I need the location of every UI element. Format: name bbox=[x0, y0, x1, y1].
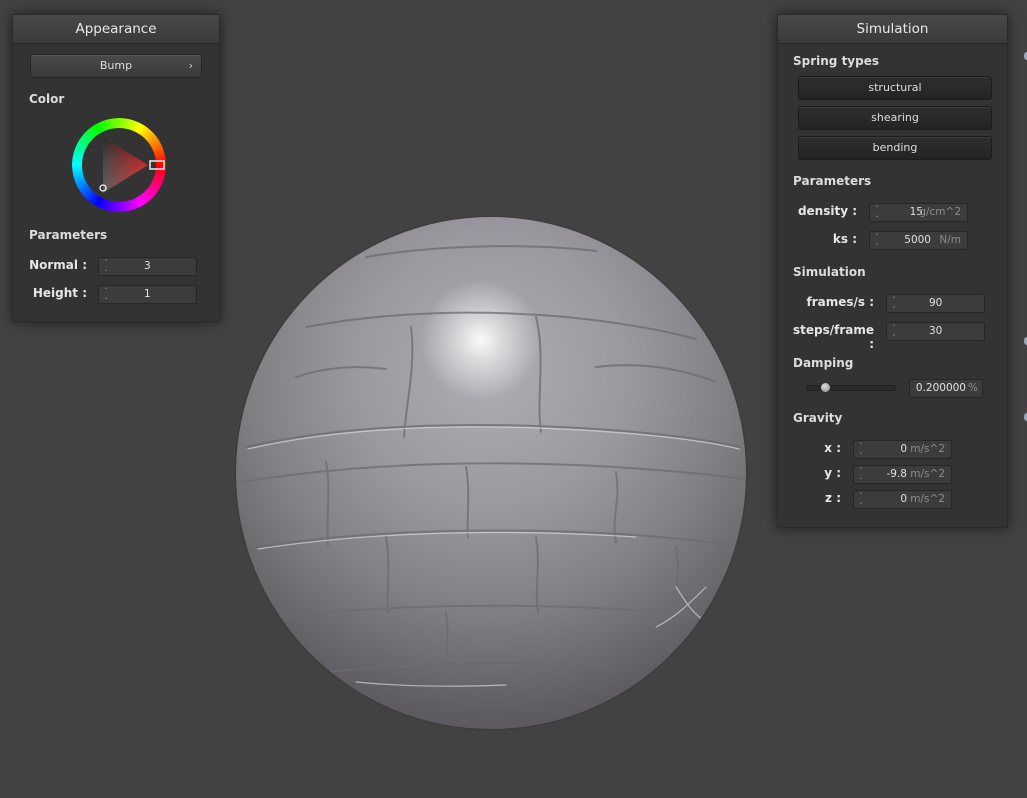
density-unit: g/cm^2 bbox=[919, 206, 961, 218]
appearance-panel: Appearance Bump › Color Parameters Norma… bbox=[12, 14, 220, 322]
frames-per-second-input[interactable]: ⌃ ⌄ 90 bbox=[886, 294, 985, 313]
stepper-arrows-icon[interactable]: ⌃ ⌄ bbox=[873, 205, 881, 220]
steps-per-frame-label: steps/frame : bbox=[792, 323, 874, 351]
damping-label: Damping bbox=[793, 356, 854, 370]
stepper-arrows-icon[interactable]: ⌃ ⌄ bbox=[857, 442, 865, 457]
gravity-y-label: y : bbox=[824, 466, 841, 480]
height-label: Height : bbox=[32, 286, 87, 300]
gravity-label: Gravity bbox=[793, 411, 843, 425]
gravity-z-value: 0 bbox=[900, 493, 907, 505]
bending-spring-button[interactable]: bending bbox=[798, 136, 992, 160]
gravity-y-input[interactable]: ⌃ ⌄ -9.8 m/s^2 bbox=[853, 465, 952, 484]
simulation-title: Simulation bbox=[778, 15, 1007, 44]
damping-slider-knob[interactable] bbox=[820, 382, 831, 393]
ks-unit: N/m bbox=[939, 234, 961, 246]
brick-crack-texture bbox=[240, 245, 745, 687]
color-wheel-icon bbox=[72, 118, 166, 212]
simulation-parameters-label: Parameters bbox=[793, 174, 872, 188]
stepper-arrows-icon[interactable]: ⌃ ⌄ bbox=[102, 259, 110, 274]
gravity-z-unit: m/s^2 bbox=[910, 493, 945, 505]
simulation-section-label: Simulation bbox=[793, 265, 866, 279]
ks-value: 5000 bbox=[904, 234, 931, 246]
stepper-arrows-icon[interactable]: ⌃ ⌄ bbox=[873, 233, 881, 248]
color-section-label: Color bbox=[29, 92, 65, 106]
appearance-parameters-label: Parameters bbox=[29, 228, 108, 242]
gravity-x-unit: m/s^2 bbox=[910, 443, 945, 455]
ks-input[interactable]: ⌃ ⌄ 5000 N/m bbox=[869, 231, 968, 250]
shearing-spring-button[interactable]: shearing bbox=[798, 106, 992, 130]
normal-label: Normal : bbox=[29, 258, 87, 272]
stepper-arrows-icon[interactable]: ⌃ ⌄ bbox=[857, 492, 865, 507]
gravity-z-label: z : bbox=[825, 491, 841, 505]
normal-input[interactable]: ⌃ ⌄ 3 bbox=[98, 257, 197, 276]
damping-value: 0.200000 bbox=[915, 382, 966, 394]
damping-slider[interactable] bbox=[806, 381, 896, 393]
normal-value: 3 bbox=[144, 260, 151, 272]
steps-per-frame-input[interactable]: ⌃ ⌄ 30 bbox=[886, 322, 985, 341]
density-input[interactable]: ⌃ ⌄ 15 g/cm^2 bbox=[869, 203, 968, 222]
gravity-x-label: x : bbox=[824, 441, 841, 455]
height-input[interactable]: ⌃ ⌄ 1 bbox=[98, 285, 197, 304]
stepper-arrows-icon[interactable]: ⌃ ⌄ bbox=[857, 467, 865, 482]
steps-per-frame-value: 30 bbox=[929, 325, 943, 337]
frames-per-second-label: frames/s : bbox=[806, 295, 874, 309]
shader-select-button[interactable]: Bump › bbox=[30, 54, 202, 78]
height-value: 1 bbox=[144, 288, 151, 300]
gravity-y-value: -9.8 bbox=[886, 468, 908, 480]
gravity-x-input[interactable]: ⌃ ⌄ 0 m/s^2 bbox=[853, 440, 952, 459]
ks-label: ks : bbox=[832, 232, 857, 246]
chevron-right-icon: › bbox=[188, 59, 193, 72]
appearance-title: Appearance bbox=[13, 15, 219, 44]
simulation-panel: Simulation Spring types structural shear… bbox=[777, 14, 1008, 528]
gravity-y-unit: m/s^2 bbox=[910, 468, 945, 480]
structural-spring-button[interactable]: structural bbox=[798, 76, 992, 100]
damping-input[interactable]: 0.200000 % bbox=[909, 379, 983, 398]
stepper-arrows-icon[interactable]: ⌃ ⌄ bbox=[890, 296, 898, 311]
color-wheel-picker[interactable] bbox=[72, 118, 166, 212]
density-label: density : bbox=[797, 204, 857, 218]
bump-mapped-sphere[interactable] bbox=[236, 217, 746, 729]
gravity-x-value: 0 bbox=[900, 443, 907, 455]
shader-select-label: Bump bbox=[99, 59, 133, 72]
gravity-z-input[interactable]: ⌃ ⌄ 0 m/s^2 bbox=[853, 490, 952, 509]
damping-unit: % bbox=[968, 382, 978, 394]
spring-types-label: Spring types bbox=[793, 54, 880, 68]
stepper-arrows-icon[interactable]: ⌃ ⌄ bbox=[102, 287, 110, 302]
stepper-arrows-icon[interactable]: ⌃ ⌄ bbox=[890, 324, 898, 339]
frames-per-second-value: 90 bbox=[929, 297, 943, 309]
